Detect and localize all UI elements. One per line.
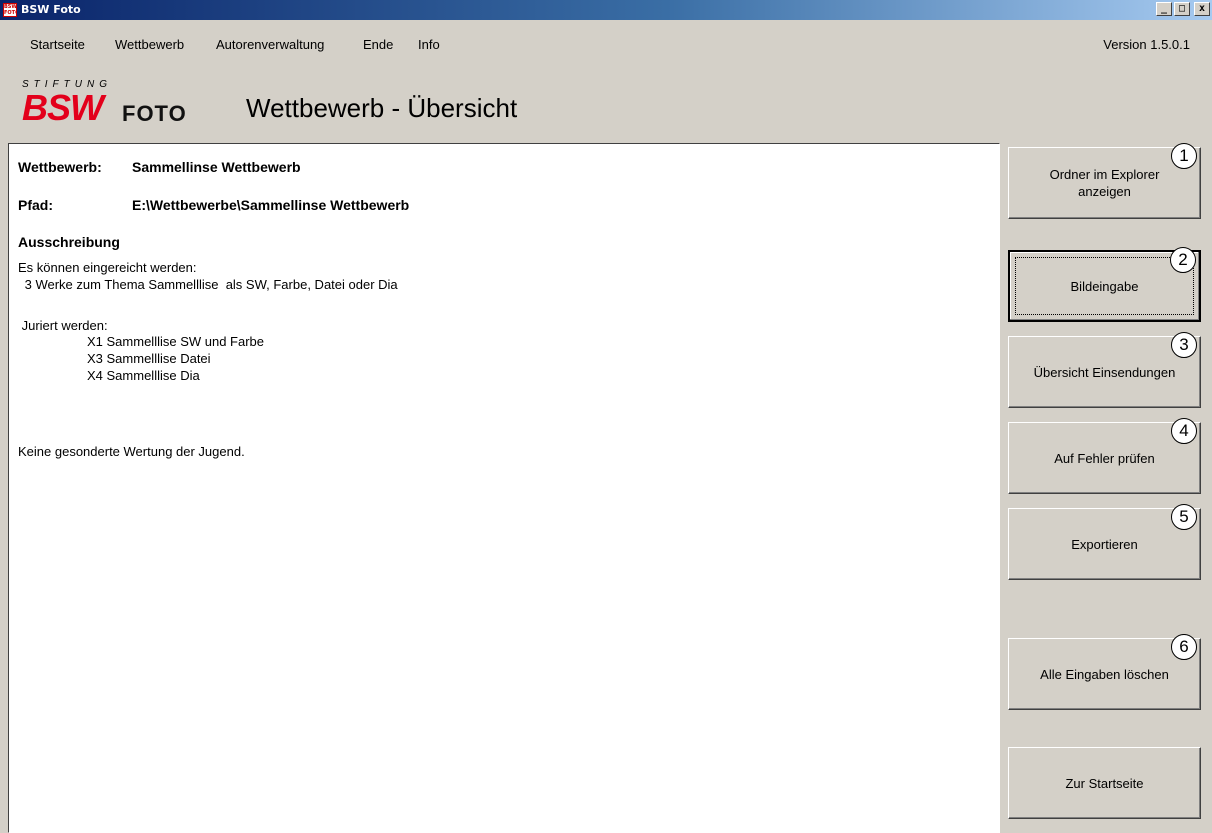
window-title: BSW Foto (21, 3, 81, 16)
zur-startseite-button[interactable]: Zur Startseite (1008, 747, 1201, 819)
button-label: Zur Startseite (1065, 775, 1144, 791)
bildeingabe-button[interactable]: Bildeingabe 2 (1008, 247, 1201, 322)
logo-bsw-text: BSW (22, 87, 104, 128)
step-number-badge: 5 (1171, 504, 1197, 530)
alle-eingaben-loeschen-button[interactable]: Alle Eingaben löschen 6 (1008, 634, 1201, 710)
app-logo-icon[interactable]: BSW FOTO (3, 3, 17, 17)
step-number-badge: 3 (1171, 332, 1197, 358)
auf-fehler-pruefen-button[interactable]: Auf Fehler prüfen 4 (1008, 418, 1201, 494)
button-label: Exportieren (1071, 536, 1138, 552)
description-line: Juriert werden: (18, 318, 108, 333)
pfad-label: Pfad: (18, 197, 53, 213)
show-in-explorer-button[interactable]: Ordner im Explorer anzeigen 1 (1008, 143, 1201, 219)
menu-info[interactable]: Info (418, 37, 440, 52)
description-line: Es können eingereicht werden: (18, 260, 197, 275)
button-label: Ordner im Explorer anzeigen (1049, 167, 1160, 199)
step-number-badge: 4 (1171, 418, 1197, 444)
competition-details-panel: Wettbewerb: Sammellinse Wettbewerb Pfad:… (8, 143, 1000, 833)
description-line: Keine gesonderte Wertung der Jugend. (18, 444, 245, 459)
description-line: X1 Sammelllise SW und Farbe (87, 334, 265, 349)
focus-rectangle (1015, 257, 1194, 315)
button-label: Alle Eingaben löschen (1040, 666, 1169, 682)
description-line: X3 Sammelllise Datei (87, 351, 211, 366)
menu-wettbewerb[interactable]: Wettbewerb (115, 37, 184, 52)
step-number-badge: 2 (1170, 247, 1196, 273)
page-title: Wettbewerb - Übersicht (246, 93, 518, 123)
menu-ende[interactable]: Ende (363, 37, 393, 52)
button-label: Übersicht Einsendungen (1033, 364, 1176, 380)
step-number-badge: 6 (1171, 634, 1197, 660)
menu-bar: Startseite Wettbewerb Autorenverwaltung … (0, 33, 1212, 53)
wettbewerb-label: Wettbewerb: (18, 159, 102, 175)
description-line: X4 Sammelllise Dia (87, 368, 200, 383)
wettbewerb-value: Sammellinse Wettbewerb (132, 159, 301, 175)
uebersicht-einsendungen-button[interactable]: Übersicht Einsendungen 3 (1008, 332, 1201, 408)
menu-autorenverwaltung[interactable]: Autorenverwaltung (216, 37, 324, 52)
version-label: Version 1.5.0.1 (1103, 37, 1190, 52)
maximize-button[interactable]: □ (1174, 2, 1190, 16)
menu-startseite[interactable]: Startseite (30, 37, 85, 52)
exportieren-button[interactable]: Exportieren 5 (1008, 504, 1201, 580)
description-line: 3 Werke zum Thema Sammelllise als SW, Fa… (21, 277, 398, 292)
close-button[interactable]: x (1194, 2, 1210, 16)
pfad-value: E:\Wettbewerbe\Sammellinse Wettbewerb (132, 197, 410, 213)
minimize-button[interactable]: _ (1156, 2, 1172, 16)
button-label: Auf Fehler prüfen (1054, 450, 1155, 466)
step-number-badge: 1 (1171, 143, 1197, 169)
window-title-bar[interactable]: BSW FOTO BSW Foto _ □ x (0, 0, 1212, 20)
ausschreibung-heading: Ausschreibung (18, 234, 120, 250)
logo-foto-text: FOTO (122, 101, 187, 126)
